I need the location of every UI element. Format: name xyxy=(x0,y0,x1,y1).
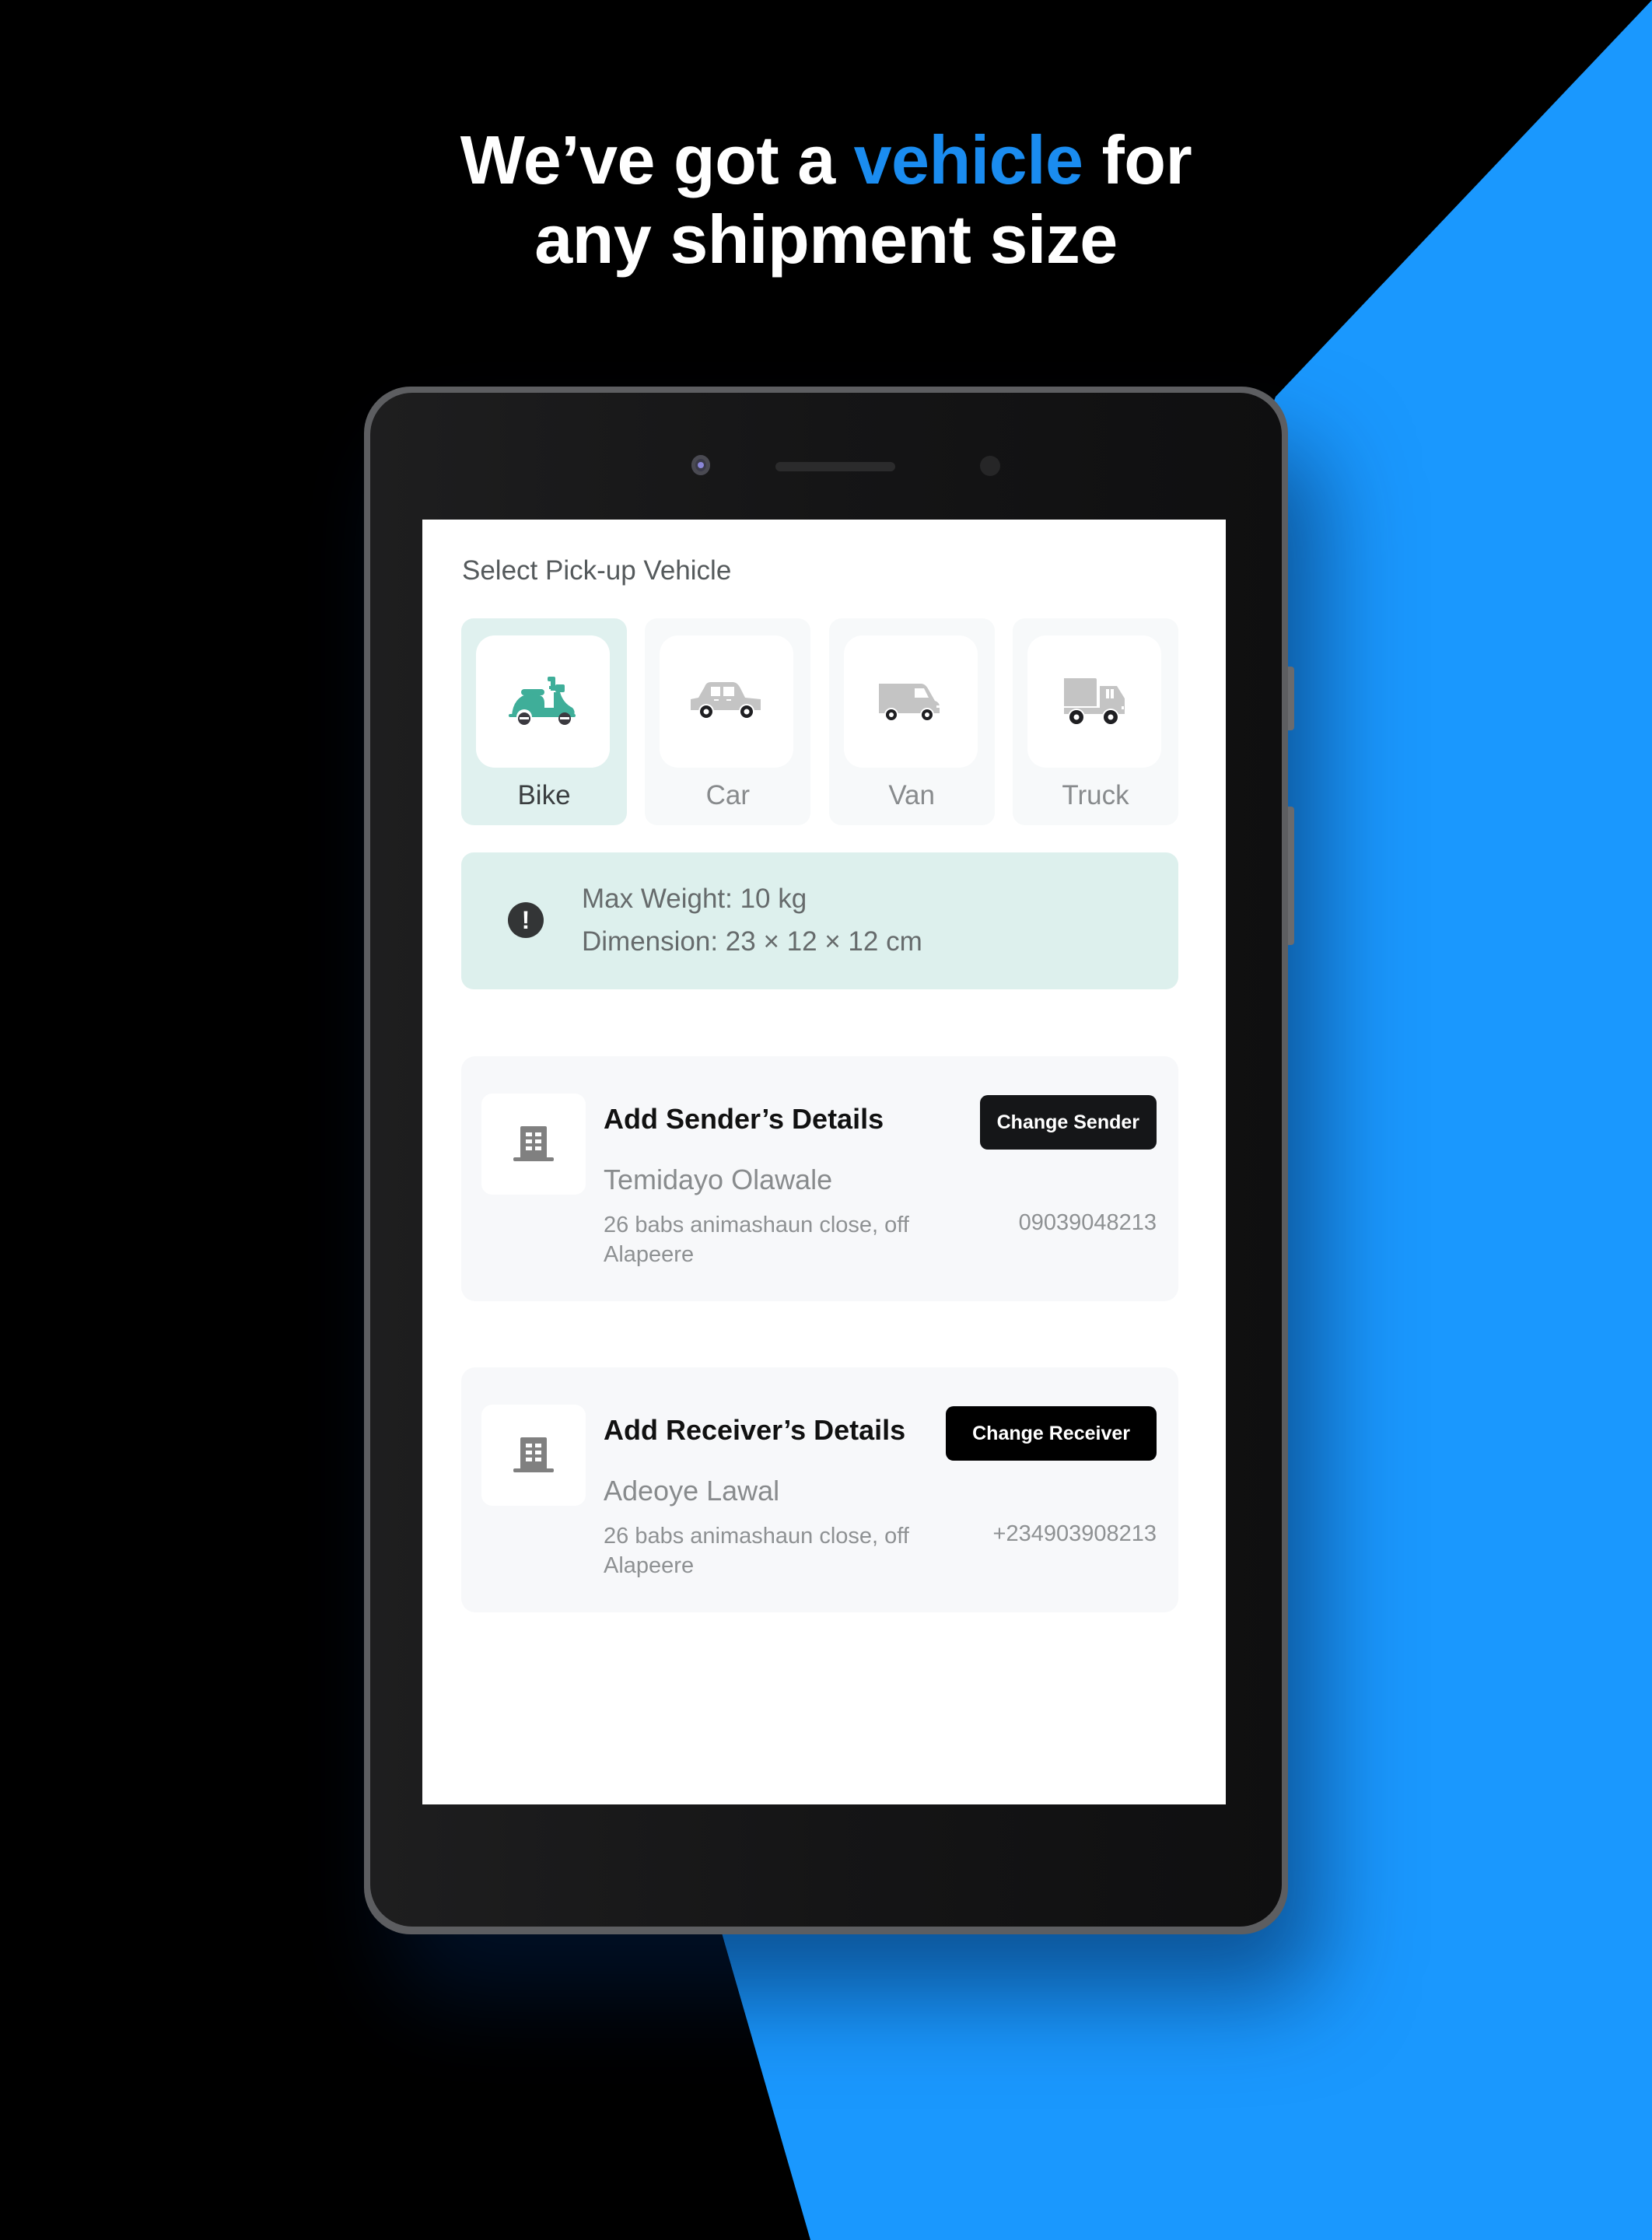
building-icon xyxy=(513,1437,554,1472)
receiver-title: Add Receiver’s Details xyxy=(604,1414,906,1446)
vehicle-label: Truck xyxy=(1062,780,1129,810)
sender-phone: 09039048213 xyxy=(1018,1210,1157,1235)
dimension-text: Dimension: 23 × 12 × 12 cm xyxy=(582,926,922,957)
vehicle-option-bike[interactable]: Bike xyxy=(461,618,627,825)
vehicle-label: Van xyxy=(888,780,935,810)
vehicle-label: Bike xyxy=(517,780,571,810)
light-sensor xyxy=(980,456,1000,476)
receiver-details-card[interactable]: Add Receiver’s Details Change Receiver A… xyxy=(461,1367,1178,1612)
scooter-icon xyxy=(509,677,576,726)
vehicle-option-van[interactable]: Van xyxy=(828,618,995,825)
change-sender-button[interactable]: Change Sender xyxy=(979,1095,1157,1150)
headline-line-2: any shipment size xyxy=(534,201,1118,278)
alert-icon: ! xyxy=(508,902,544,938)
vehicle-limits-info: ! Max Weight: 10 kg Dimension: 23 × 12 ×… xyxy=(461,852,1178,989)
front-camera-icon xyxy=(691,455,710,475)
receiver-phone: +234903908213 xyxy=(992,1521,1157,1546)
vehicle-label: Car xyxy=(705,780,751,810)
building-icon xyxy=(513,1126,554,1161)
speaker-grille xyxy=(775,462,895,471)
change-receiver-button[interactable]: Change Receiver xyxy=(946,1406,1157,1461)
receiver-address: 26 babs animashaun close, off Alapeere xyxy=(604,1524,909,1578)
headline: We’ve got a vehicle for any shipment siz… xyxy=(0,121,1652,279)
vehicle-option-car[interactable]: Car xyxy=(645,618,811,825)
sender-details-card[interactable]: Add Sender’s Details Change Sender Temid… xyxy=(461,1056,1178,1301)
max-weight-text: Max Weight: 10 kg xyxy=(582,884,807,914)
section-title: Select Pick-up Vehicle xyxy=(462,555,732,586)
sender-title: Add Sender’s Details xyxy=(604,1103,884,1135)
sender-address: 26 babs animashaun close, off Alapeere xyxy=(604,1213,909,1267)
car-icon xyxy=(691,682,761,719)
vehicle-option-truck[interactable]: Truck xyxy=(1012,618,1178,825)
app-screen: Select Pick-up Vehicle Bike Car Van Truc… xyxy=(422,520,1226,1804)
volume-button xyxy=(1288,667,1294,730)
receiver-name: Adeoye Lawal xyxy=(604,1475,780,1507)
headline-accent-word: vehicle xyxy=(853,121,1083,198)
vehicle-selector: Bike Car Van Truck xyxy=(461,618,1178,825)
power-button xyxy=(1288,807,1294,945)
truck-icon xyxy=(1063,678,1125,726)
headline-line-1: We’ve got a vehicle for xyxy=(460,121,1192,198)
van-icon xyxy=(878,684,940,722)
sender-name: Temidayo Olawale xyxy=(604,1164,833,1195)
